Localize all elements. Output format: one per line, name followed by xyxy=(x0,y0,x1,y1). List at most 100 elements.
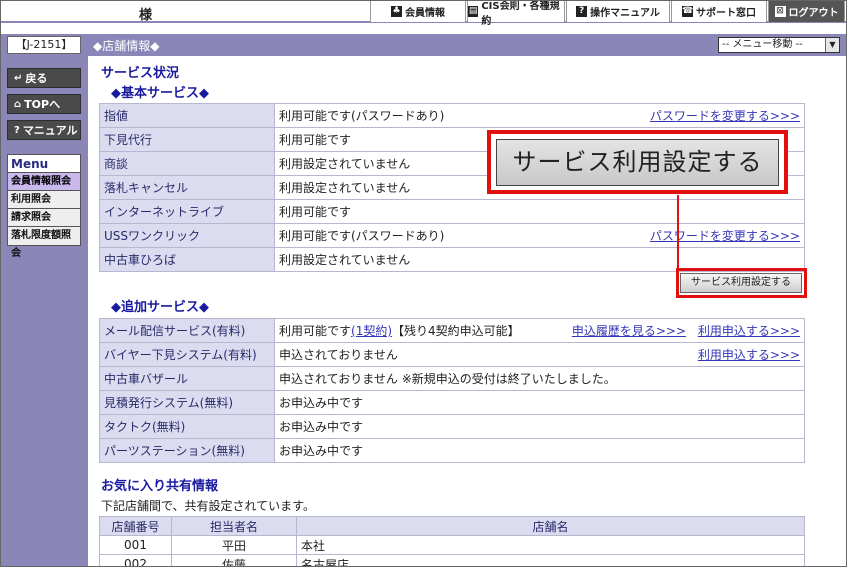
basic-services-title: ◆基本サービス◆ xyxy=(111,86,209,101)
favorites-table: 店舗番号 担当者名 店舗名 001 平田 本社 002 佐藤 名古屋店 xyxy=(99,516,805,566)
row-links: 申込履歴を見る>>> 利用申込する>>> xyxy=(572,322,800,339)
member-info-button[interactable]: ♣ 会員情報 xyxy=(370,1,466,22)
service-label: 中古車バザール xyxy=(99,366,275,391)
club-icon: ♣ xyxy=(391,6,402,17)
table-row: 002 佐藤 名古屋店 xyxy=(99,554,805,566)
service-status: お申込み中です xyxy=(274,390,805,415)
manual-label: 操作マニュアル xyxy=(590,8,660,19)
close-box-icon: ⊠ xyxy=(774,6,786,17)
store-name: 名古屋店 xyxy=(296,554,805,566)
rules-label: CIS会則・各種規約 xyxy=(481,0,560,27)
person-name: 佐藤 xyxy=(171,554,297,566)
service-label: インターネットライブ xyxy=(99,199,275,224)
logout-label: ログアウト xyxy=(788,8,839,19)
sidebar-item-billing[interactable]: 請求照会 xyxy=(8,209,80,227)
document-icon: ▤ xyxy=(468,6,479,17)
manual-side-button[interactable]: ? マニュアル xyxy=(7,120,81,140)
service-label: バイヤー下見システム(有料) xyxy=(99,342,275,367)
service-label: USSワンクリック xyxy=(99,223,275,248)
callout-connector xyxy=(677,195,679,269)
history-link[interactable]: 申込履歴を見る>>> xyxy=(572,324,686,338)
member-info-label: 会員情報 xyxy=(405,8,445,19)
table-row: USSワンクリック 利用可能です(パスワードあり) パスワードを変更する>>> xyxy=(99,223,805,248)
service-label: 指値 xyxy=(99,103,275,128)
status-text: 申込されておりません xyxy=(279,348,398,362)
service-label: 落札キャンセル xyxy=(99,175,275,200)
rules-button[interactable]: ▤ CIS会則・各種規約 xyxy=(467,1,565,27)
service-label: タクトク(無料) xyxy=(99,414,275,439)
service-status: 利用可能です(パスワードあり) パスワードを変更する>>> xyxy=(274,223,805,248)
table-row: 指値 利用可能です(パスワードあり) パスワードを変更する>>> xyxy=(99,103,805,128)
sidebar-item-member-info[interactable]: 会員情報照会 xyxy=(8,173,80,191)
main-content: サービス状況 ◆基本サービス◆ 指値 利用可能です(パスワードあり) パスワード… xyxy=(99,56,807,566)
user-name: 様 xyxy=(139,8,153,23)
favorites-title: お気に入り共有情報 xyxy=(101,479,219,494)
return-arrow-icon: ↵ xyxy=(14,72,23,84)
service-status: お申込み中です xyxy=(274,438,805,463)
top-label: TOPへ xyxy=(24,98,61,111)
favorites-note: 下記店舗間で、共有設定されています。 xyxy=(101,499,315,513)
service-label: メール配信サービス(有料) xyxy=(99,318,275,343)
service-label: 見積発行システム(無料) xyxy=(99,390,275,415)
table-row: メール配信サービス(有料) 利用可能です(1契約)【残り4契約申込可能】 申込履… xyxy=(99,318,805,343)
manual-button[interactable]: ? 操作マニュアル xyxy=(566,1,670,22)
table-row: 001 平田 本社 xyxy=(99,535,805,555)
back-label: 戻る xyxy=(25,72,48,85)
service-status: 利用可能です xyxy=(274,199,805,224)
remaining-contracts: 【残り4契約申込可能】 xyxy=(392,324,520,338)
service-status: 申込されておりません ※新規申込の受付は終了いたしました。 xyxy=(274,366,805,391)
sidebar: ↵ 戻る ⌂ TOPへ ? マニュアル Menu 会員情報照会 利用照会 請求照… xyxy=(1,56,88,566)
sub-bar: 【J-2151】 ◆店舗情報◆ -- メニュー移動 -- ▼ xyxy=(1,34,846,56)
home-icon: ⌂ xyxy=(14,98,22,110)
status-text: 利用可能です xyxy=(279,324,352,338)
back-button[interactable]: ↵ 戻る xyxy=(7,68,81,88)
service-setting-button-enlarged[interactable]: サービス利用設定する xyxy=(496,139,779,186)
help-icon: ? xyxy=(14,124,20,136)
change-password-link[interactable]: パスワードを変更する>>> xyxy=(650,227,800,244)
store-number: 001 xyxy=(99,535,172,555)
side-menu-title: Menu xyxy=(8,155,80,173)
table-header-row: 店舗番号 担当者名 店舗名 xyxy=(99,516,805,536)
table-row: タクトク(無料) お申込み中です xyxy=(99,414,805,439)
store-code: 【J-2151】 xyxy=(7,36,81,54)
service-label: パーツステーション(無料) xyxy=(99,438,275,463)
support-button[interactable]: ☎ サポート窓口 xyxy=(671,1,767,22)
table-row: 見積発行システム(無料) お申込み中です xyxy=(99,390,805,415)
page-title: サービス状況 xyxy=(101,66,180,81)
sidebar-item-bid-limit[interactable]: 落札限度額照会 xyxy=(8,227,80,259)
screen-frame: 様 ♣ 会員情報 ▤ CIS会則・各種規約 ? 操作マニュアル ☎ サポート窓口… xyxy=(0,0,847,567)
service-setting-button[interactable]: サービス利用設定する xyxy=(680,273,802,293)
top-bar: 様 ♣ 会員情報 ▤ CIS会則・各種規約 ? 操作マニュアル ☎ サポート窓口… xyxy=(1,1,846,27)
breadcrumb: ◆店舗情報◆ xyxy=(93,39,160,53)
apply-link[interactable]: 利用申込する>>> xyxy=(698,346,800,363)
top-button[interactable]: ⌂ TOPへ xyxy=(7,94,81,114)
chevron-down-icon[interactable]: ▼ xyxy=(825,38,839,52)
help-icon: ? xyxy=(576,6,588,17)
column-header: 店舗番号 xyxy=(99,516,172,536)
table-row: 中古車バザール 申込されておりません ※新規申込の受付は終了いたしました。 xyxy=(99,366,805,391)
menu-select-value: -- メニュー移動 -- xyxy=(722,39,803,50)
table-row: バイヤー下見システム(有料) 申込されておりません 利用申込する>>> xyxy=(99,342,805,367)
logout-button[interactable]: ⊠ ログアウト xyxy=(768,1,845,22)
menu-select[interactable]: -- メニュー移動 -- ▼ xyxy=(718,37,840,53)
person-name: 平田 xyxy=(171,535,297,555)
store-name: 本社 xyxy=(296,535,805,555)
status-text: 利用可能です(パスワードあり) xyxy=(279,109,445,123)
sidebar-item-usage[interactable]: 利用照会 xyxy=(8,191,80,209)
store-number: 002 xyxy=(99,554,172,566)
service-label: 中古車ひろば xyxy=(99,247,275,272)
column-header: 店舗名 xyxy=(296,516,805,536)
contracts-link[interactable]: (1契約) xyxy=(351,324,392,338)
service-label: 下見代行 xyxy=(99,127,275,152)
apply-link[interactable]: 利用申込する>>> xyxy=(698,324,800,338)
service-status: お申込み中です xyxy=(274,414,805,439)
change-password-link[interactable]: パスワードを変更する>>> xyxy=(650,107,800,124)
status-text: 利用可能です(パスワードあり) xyxy=(279,229,445,243)
support-label: サポート窓口 xyxy=(696,8,756,19)
additional-services-title: ◆追加サービス◆ xyxy=(111,300,209,315)
manual-side-label: マニュアル xyxy=(22,124,78,137)
service-status: 申込されておりません 利用申込する>>> xyxy=(274,342,805,367)
side-menu: Menu 会員情報照会 利用照会 請求照会 落札限度額照会 xyxy=(7,154,81,259)
top-nav: ♣ 会員情報 ▤ CIS会則・各種規約 ? 操作マニュアル ☎ サポート窓口 ⊠… xyxy=(370,1,846,27)
service-label: 商談 xyxy=(99,151,275,176)
